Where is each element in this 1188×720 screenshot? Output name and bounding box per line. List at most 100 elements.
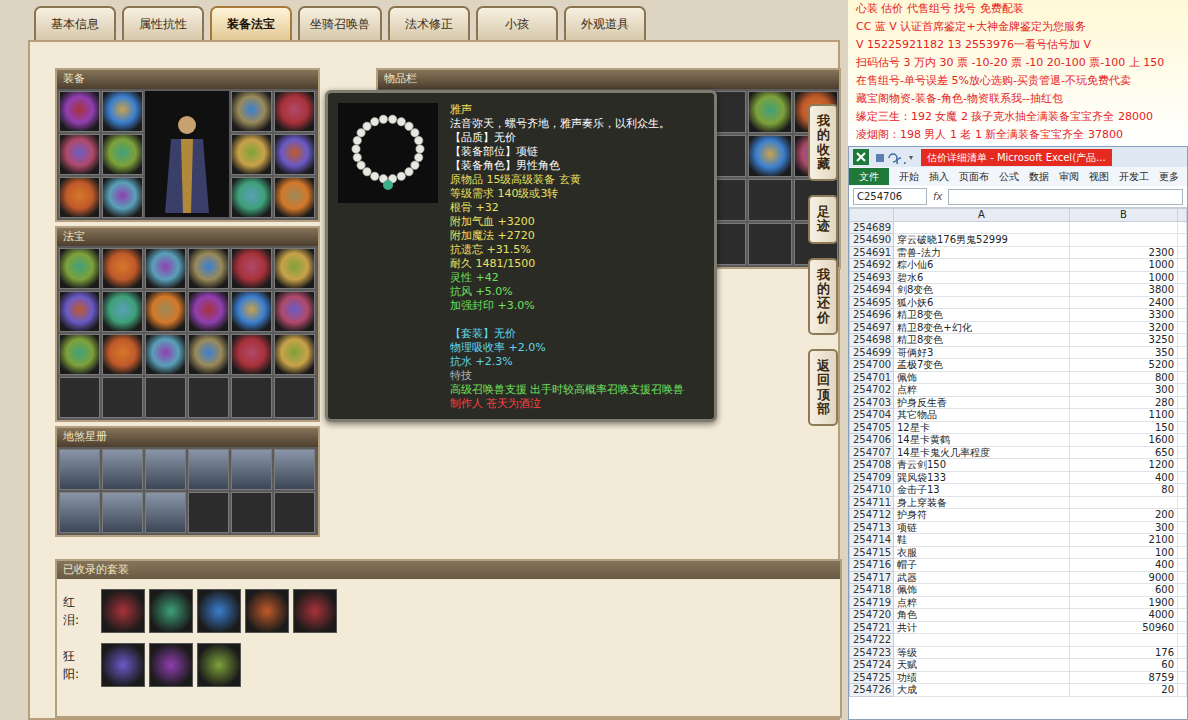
suit-piece-icon[interactable] [149, 643, 193, 687]
suit-piece-icon[interactable] [197, 589, 241, 633]
side-button[interactable]: 我的还价 [808, 258, 838, 335]
cell[interactable]: 碧水6 [894, 271, 1070, 284]
cell[interactable] [1178, 271, 1187, 284]
cell[interactable]: 3200 [1070, 321, 1178, 334]
cell[interactable] [1178, 546, 1187, 559]
cell[interactable]: 200 [1070, 509, 1178, 522]
row-number[interactable]: 254689 [850, 221, 894, 234]
row-number[interactable]: 254704 [850, 409, 894, 422]
cell[interactable]: 2100 [1070, 534, 1178, 547]
item-slot[interactable] [274, 177, 315, 218]
cell[interactable]: 800 [1070, 371, 1178, 384]
row-number[interactable]: 254725 [850, 671, 894, 684]
cell[interactable]: 176 [1070, 646, 1178, 659]
cell[interactable]: 3800 [1070, 284, 1178, 297]
cell[interactable] [1178, 471, 1187, 484]
cell[interactable] [1178, 234, 1187, 247]
side-button[interactable]: 我的收藏 [808, 104, 838, 181]
cell[interactable] [1178, 284, 1187, 297]
cell[interactable]: 青云剑150 [894, 459, 1070, 472]
row-number[interactable]: 254694 [850, 284, 894, 297]
row-number[interactable]: 254717 [850, 571, 894, 584]
row-number[interactable]: 254710 [850, 484, 894, 497]
row-number[interactable]: 254705 [850, 421, 894, 434]
item-slot[interactable] [231, 91, 272, 132]
cell[interactable]: 天赋 [894, 659, 1070, 672]
row-number[interactable]: 254701 [850, 371, 894, 384]
cell[interactable] [1178, 421, 1187, 434]
row-number[interactable]: 254714 [850, 534, 894, 547]
quick-access-icon[interactable] [875, 148, 915, 166]
tab[interactable]: 小孩 [476, 6, 558, 40]
side-button[interactable]: 返回顶部 [808, 349, 838, 426]
cell[interactable]: 其它物品 [894, 409, 1070, 422]
row-number[interactable]: 254723 [850, 646, 894, 659]
row-number[interactable]: 254712 [850, 509, 894, 522]
item-slot[interactable] [102, 377, 143, 418]
cell[interactable]: 1000 [1070, 259, 1178, 272]
item-slot[interactable] [274, 334, 315, 375]
cell[interactable]: 100 [1070, 546, 1178, 559]
cell[interactable]: 400 [1070, 559, 1178, 572]
item-slot[interactable] [231, 177, 272, 218]
ribbon-tab[interactable]: 开始 [899, 169, 919, 184]
tab[interactable]: 装备法宝 [210, 6, 292, 40]
cell[interactable]: 300 [1070, 521, 1178, 534]
item-slot[interactable] [145, 248, 186, 289]
item-slot[interactable] [59, 377, 100, 418]
cell[interactable] [1070, 634, 1178, 647]
ribbon-tab[interactable]: 更多 [1159, 169, 1179, 184]
suit-piece-icon[interactable] [149, 589, 193, 633]
cell[interactable] [1070, 234, 1178, 247]
cell[interactable] [1178, 534, 1187, 547]
item-slot[interactable] [188, 492, 229, 533]
row-number[interactable]: 254702 [850, 384, 894, 397]
item-slot[interactable] [145, 449, 186, 490]
suit-piece-icon[interactable] [197, 643, 241, 687]
cell[interactable]: 金击子13 [894, 484, 1070, 497]
item-slot[interactable] [188, 334, 229, 375]
cell[interactable] [1178, 371, 1187, 384]
cell[interactable]: 巽风袋133 [894, 471, 1070, 484]
row-number[interactable]: 254690 [850, 234, 894, 247]
cell[interactable] [1178, 609, 1187, 622]
cell[interactable]: 1900 [1070, 596, 1178, 609]
cell[interactable]: 14星卡鬼火几率程度 [894, 446, 1070, 459]
ribbon-tab[interactable]: 公式 [999, 169, 1019, 184]
item-slot[interactable] [145, 377, 186, 418]
cell[interactable] [1178, 496, 1187, 509]
cell[interactable] [1178, 484, 1187, 497]
name-box[interactable]: C254706 [853, 188, 927, 205]
item-slot[interactable] [274, 248, 315, 289]
item-slot[interactable] [102, 334, 143, 375]
row-number[interactable]: 254691 [850, 246, 894, 259]
cell[interactable]: 项链 [894, 521, 1070, 534]
cell[interactable] [1178, 459, 1187, 472]
item-slot[interactable] [748, 135, 792, 177]
row-number[interactable]: 254692 [850, 259, 894, 272]
item-slot[interactable] [274, 91, 315, 132]
row-number[interactable]: 254715 [850, 546, 894, 559]
cell[interactable] [1178, 584, 1187, 597]
row-number[interactable]: 254719 [850, 596, 894, 609]
item-slot[interactable] [231, 134, 272, 175]
item-slot[interactable] [231, 377, 272, 418]
suit-piece-icon[interactable] [101, 589, 145, 633]
row-number[interactable]: 254706 [850, 434, 894, 447]
cell[interactable]: 护身符 [894, 509, 1070, 522]
row-number[interactable]: 254718 [850, 584, 894, 597]
cell[interactable]: 点粹 [894, 596, 1070, 609]
cell[interactable]: 共计 [894, 621, 1070, 634]
row-number[interactable]: 254703 [850, 396, 894, 409]
row-number[interactable]: 254696 [850, 309, 894, 322]
item-slot[interactable] [145, 291, 186, 332]
row-number[interactable]: 254697 [850, 321, 894, 334]
cell[interactable]: 精卫8变色 [894, 309, 1070, 322]
item-slot[interactable] [274, 134, 315, 175]
row-number[interactable]: 254721 [850, 621, 894, 634]
cell[interactable] [1070, 496, 1178, 509]
row-number[interactable]: 254722 [850, 634, 894, 647]
cell[interactable] [1178, 221, 1187, 234]
item-slot[interactable] [59, 177, 100, 218]
cell[interactable]: 1200 [1070, 459, 1178, 472]
